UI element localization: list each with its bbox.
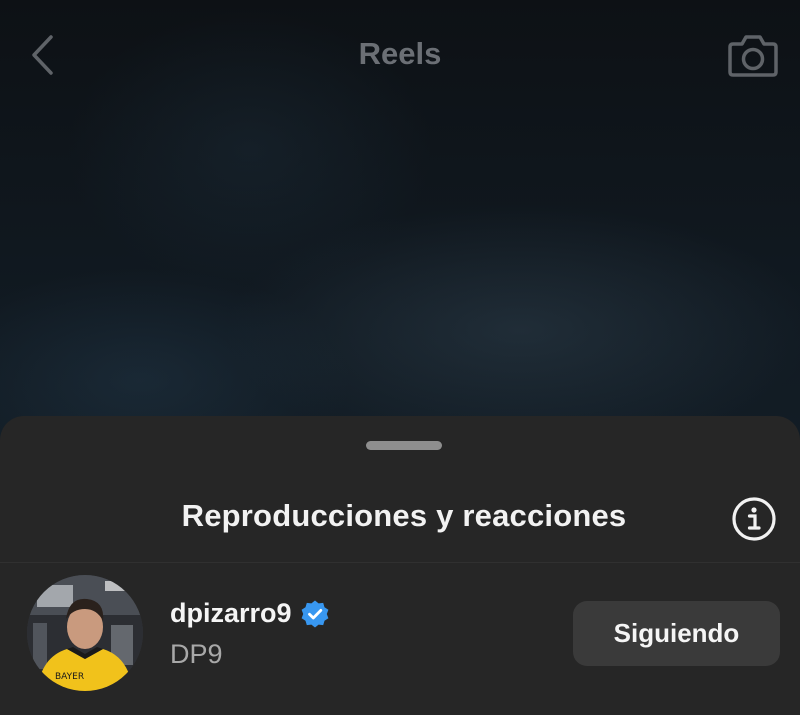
page-title: Reels bbox=[358, 36, 442, 71]
username[interactable]: dpizarro9 bbox=[170, 598, 292, 629]
full-name: DP9 bbox=[170, 639, 223, 669]
username-line: dpizarro9 bbox=[170, 598, 330, 629]
back-button[interactable] bbox=[22, 32, 62, 78]
chevron-left-icon bbox=[32, 35, 53, 75]
sheet-title: Reproducciones y reacciones bbox=[181, 498, 627, 533]
screen: Reels Reproducciones y reacciones BAYER … bbox=[0, 0, 800, 715]
bottom-sheet: Reproducciones y reacciones BAYER dpizar… bbox=[0, 416, 800, 715]
divider bbox=[0, 562, 800, 563]
info-icon bbox=[732, 497, 776, 541]
following-button[interactable]: Siguiendo bbox=[573, 601, 780, 666]
sheet-grabber-handle[interactable] bbox=[366, 441, 442, 450]
info-button[interactable] bbox=[730, 495, 778, 543]
camera-icon bbox=[728, 35, 778, 77]
avatar-jersey-text: BAYER bbox=[55, 672, 84, 682]
camera-button[interactable] bbox=[726, 28, 780, 82]
header: Reels bbox=[0, 0, 800, 110]
list-item[interactable]: BAYER dpizarro9 DP9 Siguiendo bbox=[0, 572, 800, 702]
avatar[interactable]: BAYER bbox=[27, 575, 143, 691]
verified-badge-icon bbox=[300, 599, 330, 629]
avatar-image: BAYER bbox=[27, 575, 143, 691]
